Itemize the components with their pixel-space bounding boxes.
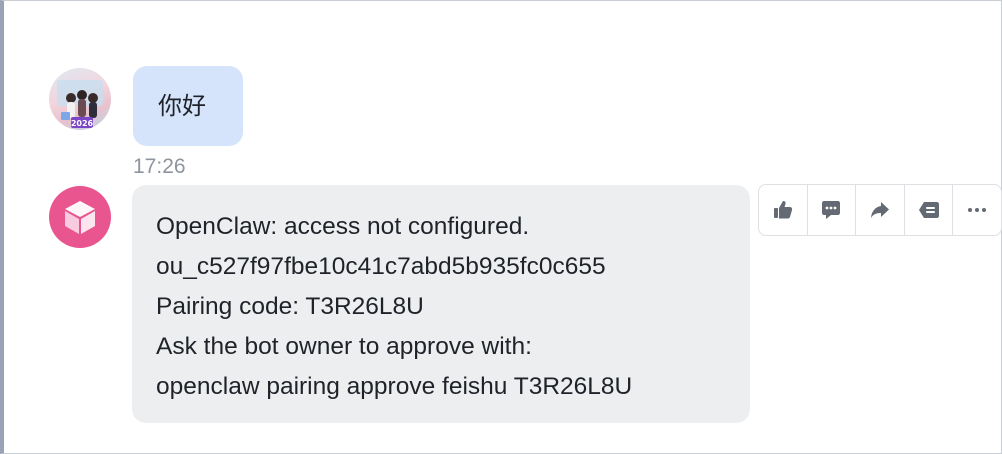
- thumbs-up-button[interactable]: [759, 185, 808, 235]
- bot-message-line: ou_c527f97fbe10c41c7abd5b935fc0c655: [156, 253, 606, 280]
- comment-icon: [822, 201, 841, 219]
- chat-window: 2026 你好 17:26 OpenClaw: access not confi…: [0, 0, 1002, 454]
- comment-button[interactable]: [808, 185, 857, 235]
- more-button[interactable]: [953, 185, 1001, 235]
- more-icon: [968, 208, 987, 212]
- thumbs-up-icon: [773, 201, 792, 219]
- user-avatar-caption: 2026: [71, 119, 94, 128]
- bot-message-bubble[interactable]: OpenClaw: access not configured. ou_c527…: [132, 185, 750, 423]
- quote-button[interactable]: [905, 185, 954, 235]
- quote-icon: [918, 202, 939, 218]
- bot-message-line: openclaw pairing approve feishu T3R26L8U: [156, 373, 633, 400]
- forward-button[interactable]: [856, 185, 905, 235]
- forward-icon: [870, 202, 889, 218]
- bot-message-line: Ask the bot owner to approve with:: [156, 333, 532, 360]
- user-message-bubble[interactable]: 你好: [133, 66, 243, 146]
- user-avatar-photo: 2026: [57, 80, 103, 128]
- message-timestamp: 17:26: [133, 155, 186, 178]
- bot-message-line: Pairing code: T3R26L8U: [156, 293, 424, 320]
- message-action-toolbar: [758, 184, 1002, 236]
- bot-message-line: OpenClaw: access not configured.: [156, 213, 530, 240]
- user-avatar[interactable]: 2026: [49, 68, 111, 130]
- cube-icon: [65, 201, 95, 234]
- user-message-text: 你好: [158, 92, 206, 120]
- bot-avatar[interactable]: [49, 186, 111, 248]
